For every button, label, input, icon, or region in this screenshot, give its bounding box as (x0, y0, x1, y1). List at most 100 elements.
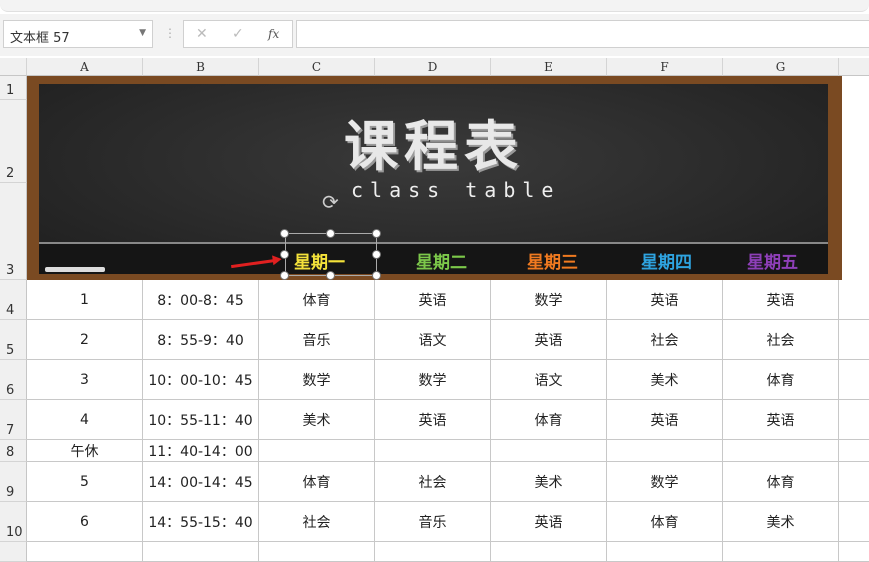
table-cell[interactable]: 美术 (723, 502, 839, 542)
table-cell[interactable]: 体育 (259, 462, 375, 502)
table-cell[interactable] (839, 462, 869, 502)
table-cell[interactable] (375, 542, 491, 562)
table-cell[interactable]: 语文 (491, 360, 607, 400)
table-cell[interactable]: 社会 (259, 502, 375, 542)
table-cell[interactable] (839, 360, 869, 400)
column-header-D[interactable]: D (375, 58, 491, 76)
table-cell[interactable]: 英语 (491, 502, 607, 542)
column-header-F[interactable]: F (607, 58, 723, 76)
table-cell[interactable]: 语文 (375, 320, 491, 360)
table-cell[interactable]: 11：40-14：00 (143, 440, 259, 462)
table-cell[interactable] (259, 542, 375, 562)
table-cell[interactable]: 体育 (723, 360, 839, 400)
row-header-6[interactable]: 6 (0, 360, 27, 400)
table-cell[interactable]: 体育 (491, 400, 607, 440)
table-cell[interactable]: 英语 (375, 400, 491, 440)
row-header-5[interactable]: 5 (0, 320, 27, 360)
table-cell[interactable]: 音乐 (375, 502, 491, 542)
table-cell[interactable]: 美术 (491, 462, 607, 502)
insert-function-icon[interactable]: fx (268, 27, 279, 41)
class-table-banner-image[interactable]: 课程表 class table 星期一 星期二 星期三 星期四 星期五 (27, 76, 842, 280)
drag-handle-icon[interactable]: ⋮ (164, 26, 176, 40)
row-header-8[interactable]: 8 (0, 440, 27, 462)
row-header-9[interactable]: 9 (0, 462, 27, 502)
table-cell[interactable]: 社会 (375, 462, 491, 502)
weekday-label[interactable]: 星期五 (747, 248, 798, 273)
table-cell[interactable]: 英语 (723, 400, 839, 440)
table-cell[interactable]: 10：00-10：45 (143, 360, 259, 400)
table-cell[interactable] (839, 502, 869, 542)
table-cell[interactable]: 美术 (259, 400, 375, 440)
row-header-1[interactable]: 1 (0, 76, 27, 100)
cancel-icon[interactable]: ✕ (196, 26, 208, 42)
table-cell[interactable]: 数学 (491, 280, 607, 320)
table-cell[interactable]: 14：00-14：45 (143, 462, 259, 502)
row-header-4[interactable]: 4 (0, 280, 27, 320)
table-cell[interactable]: 14：55-15：40 (143, 502, 259, 542)
resize-handle[interactable] (326, 271, 335, 280)
table-cell[interactable] (259, 440, 375, 462)
row-header-7[interactable]: 7 (0, 400, 27, 440)
table-cell[interactable] (607, 440, 723, 462)
table-cell[interactable]: 体育 (259, 280, 375, 320)
row-header-10[interactable]: 10 (0, 502, 27, 542)
confirm-icon[interactable]: ✓ (232, 26, 244, 42)
table-cell[interactable]: 1 (27, 280, 143, 320)
table-cell[interactable]: 美术 (607, 360, 723, 400)
table-cell[interactable] (491, 440, 607, 462)
table-cell[interactable] (491, 542, 607, 562)
resize-handle[interactable] (280, 271, 289, 280)
table-cell[interactable]: 英语 (723, 280, 839, 320)
table-cell[interactable]: 午休 (27, 440, 143, 462)
table-cell[interactable] (839, 440, 869, 462)
formula-input[interactable] (296, 20, 869, 48)
column-header-A[interactable]: A (27, 58, 143, 76)
column-header-E[interactable]: E (491, 58, 607, 76)
resize-handle[interactable] (280, 250, 289, 259)
table-cell[interactable]: 8：00-8：45 (143, 280, 259, 320)
column-header-B[interactable]: B (143, 58, 259, 76)
table-cell[interactable]: 英语 (607, 280, 723, 320)
resize-handle[interactable] (372, 250, 381, 259)
weekday-label[interactable]: 星期三 (527, 248, 578, 273)
table-cell[interactable]: 3 (27, 360, 143, 400)
column-header-H[interactable] (839, 58, 869, 76)
table-cell[interactable]: 2 (27, 320, 143, 360)
table-cell[interactable]: 社会 (607, 320, 723, 360)
table-cell[interactable]: 英语 (375, 280, 491, 320)
weekday-label[interactable]: 星期四 (641, 248, 692, 273)
rotate-handle-icon[interactable]: ⟳ (322, 190, 339, 214)
column-header-C[interactable]: C (259, 58, 375, 76)
table-cell[interactable]: 6 (27, 502, 143, 542)
table-cell[interactable]: 数学 (607, 462, 723, 502)
resize-handle[interactable] (372, 229, 381, 238)
table-cell[interactable] (839, 400, 869, 440)
table-cell[interactable] (375, 440, 491, 462)
table-cell[interactable] (839, 280, 869, 320)
table-cell[interactable] (839, 320, 869, 360)
table-cell[interactable] (723, 542, 839, 562)
table-cell[interactable] (723, 440, 839, 462)
weekday-label[interactable]: 星期二 (416, 248, 467, 273)
select-all-corner[interactable] (0, 58, 27, 76)
row-header-11[interactable] (0, 542, 27, 562)
table-cell[interactable]: 社会 (723, 320, 839, 360)
table-cell[interactable] (143, 542, 259, 562)
table-cell[interactable]: 8：55-9：40 (143, 320, 259, 360)
column-header-G[interactable]: G (723, 58, 839, 76)
resize-handle[interactable] (326, 229, 335, 238)
table-cell[interactable]: 10：55-11：40 (143, 400, 259, 440)
table-cell[interactable]: 4 (27, 400, 143, 440)
table-cell[interactable]: 数学 (259, 360, 375, 400)
resize-handle[interactable] (372, 271, 381, 280)
table-cell[interactable] (27, 542, 143, 562)
row-header-3[interactable]: 3 (0, 183, 27, 280)
table-cell[interactable]: 体育 (607, 502, 723, 542)
table-cell[interactable]: 英语 (607, 400, 723, 440)
row-header-2[interactable]: 2 (0, 100, 27, 183)
chevron-down-icon[interactable]: ▼ (139, 28, 146, 38)
table-cell[interactable] (607, 542, 723, 562)
table-cell[interactable]: 5 (27, 462, 143, 502)
name-box[interactable]: 文本框 57 ▼ (3, 20, 153, 48)
table-cell[interactable]: 数学 (375, 360, 491, 400)
